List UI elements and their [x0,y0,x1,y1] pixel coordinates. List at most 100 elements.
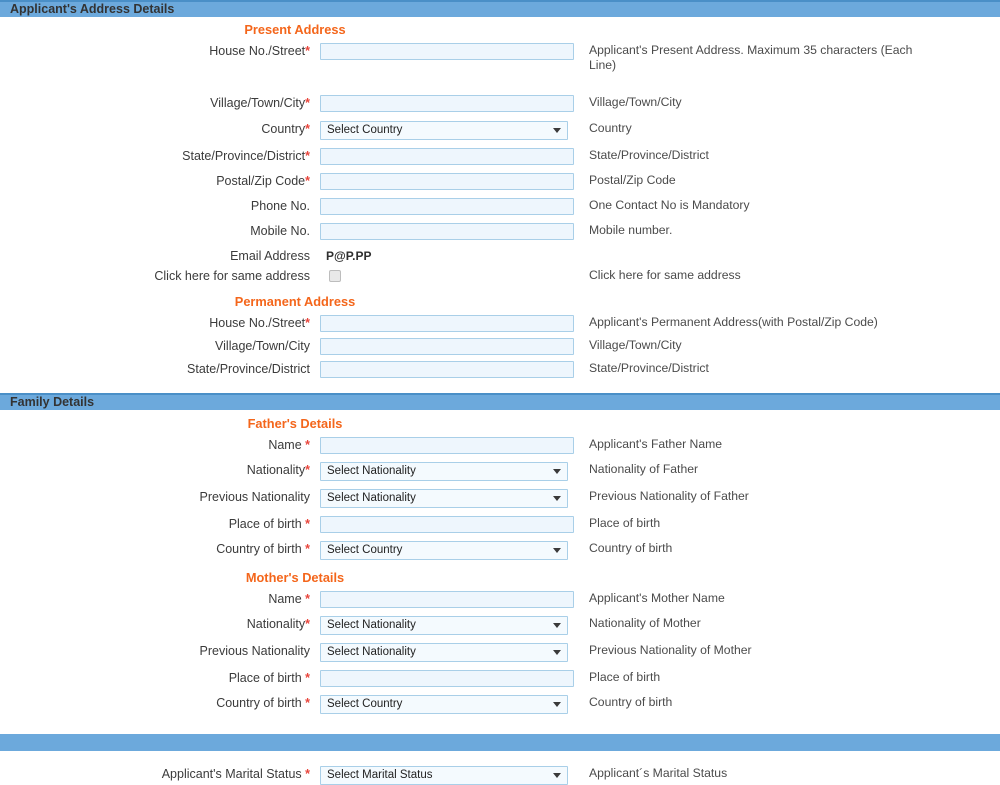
input-postal-zip-code[interactable] [320,173,574,190]
checkbox-same-address[interactable] [329,270,341,282]
input-state-province-district[interactable] [320,361,574,378]
label-email-address: Email Address [0,248,320,264]
form-row-village-town-city: Village/Town/City Village/Town/City [0,338,1000,355]
form-row-name: Name * Applicant's Father Name [0,437,1000,454]
label-previous-nationality: Previous Nationality [0,643,320,659]
select-value: Select Nationality [327,646,416,658]
help-text-house-no-street: Applicant's Present Address. Maximum 35 … [589,43,913,72]
field-wrap-house-no-street [320,315,576,332]
chevron-down-icon [553,650,561,655]
required-asterisk-icon: * [305,149,310,163]
field-wrap-postal-zip-code [320,173,576,190]
section-header-marital [0,732,1000,751]
chevron-down-icon [553,548,561,553]
required-asterisk-icon: * [301,542,310,556]
label-previous-nationality: Previous Nationality [0,489,320,505]
label-text: Name [268,438,302,452]
select-country[interactable]: Select Country [320,121,568,140]
label-text: Click here for same address [154,269,310,283]
required-asterisk-icon: * [301,767,310,781]
field-wrap-name [320,591,576,608]
present-address-rows: House No./Street* Applicant's Present Add… [0,43,1000,284]
input-state-province-district[interactable] [320,148,574,165]
help-text-previous-nationality: Previous Nationality of Father [589,489,749,503]
label-text: Applicant's Marital Status [161,767,302,781]
input-village-town-city[interactable] [320,95,574,112]
form-row-phone-no: Phone No. One Contact No is Mandatory [0,198,1000,215]
label-text: Nationality [246,617,306,631]
label-text: Country of birth [216,696,302,710]
label-text: House No./Street [209,316,306,330]
mothers-details-rows: Name * Applicant's Mother Name Nationality… [0,591,1000,714]
select-value: Select Country [327,544,403,556]
field-wrap-state-province-district [320,148,576,165]
input-phone-no[interactable] [320,198,574,215]
help-text-place-of-birth: Place of birth [589,670,661,684]
label-house-no-street: House No./Street* [0,315,320,331]
input-house-no-street[interactable] [320,43,574,60]
section-header-address-title: Applicant's Address Details [10,2,175,16]
input-name[interactable] [320,437,574,454]
required-asterisk-icon: * [305,463,310,477]
help-text-country-of-birth: Country of birth [589,695,673,709]
help-text-state-province-district: State/Province/District [589,148,709,162]
help-text-village-town-city: Village/Town/City [589,338,682,352]
form-row-nationality: Nationality* Select Nationality Nationalit… [0,462,1000,481]
input-place-of-birth[interactable] [320,670,574,687]
select-previous-nationality[interactable]: Select Nationality [320,489,568,508]
select-value: Select Country [327,124,403,136]
permanent-address-form: Permanent Address House No./Street* Appli… [0,290,1000,378]
field-wrap-village-town-city [320,95,576,112]
label-text: State/Province/District [182,149,306,163]
label-text: Name [268,592,302,606]
label-text: Place of birth [228,517,302,531]
label-click-here-for-same-address: Click here for same address [0,268,320,284]
field-wrap-place-of-birth [320,670,576,687]
label-text: Email Address [230,249,310,263]
form-row-country-of-birth: Country of birth * Select Country Country … [0,541,1000,560]
required-asterisk-icon: * [305,44,310,58]
input-house-no-street[interactable] [320,315,574,332]
marital-status-form: Applicant's Marital Status * Select Marit… [0,751,1000,785]
form-row-click-here-for-same-address: Click here for same address Click here fo… [0,268,1000,284]
field-wrap-house-no-street [320,43,576,60]
present-address-form: Present Address House No./Street* Applica… [0,17,1000,284]
label-village-town-city: Village/Town/City [0,338,320,354]
select-value: Select Nationality [327,492,416,504]
mothers-details-form: Mother's Details Name * Applicant's Mothe… [0,566,1000,714]
label-applicant-s-marital-status: Applicant's Marital Status * [0,766,320,782]
label-text: Village/Town/City [210,96,306,110]
form-row-village-town-city: Village/Town/City* Village/Town/City [0,95,1000,112]
label-nationality: Nationality* [0,462,320,478]
select-nationality[interactable]: Select Nationality [320,462,568,481]
select-country-of-birth[interactable]: Select Country [320,541,568,560]
field-wrap-mobile-no [320,223,576,240]
field-wrap-nationality: Select Nationality [320,462,576,481]
required-asterisk-icon: * [305,174,310,188]
value-email-address: P@P.PP [326,249,372,263]
select-country-of-birth[interactable]: Select Country [320,695,568,714]
label-mobile-no: Mobile No. [0,223,320,239]
form-row-house-no-street: House No./Street* Applicant's Present Add… [0,43,1000,73]
label-text: Place of birth [228,671,302,685]
help-text-mobile-no: Mobile number. [589,223,673,237]
help-text-place-of-birth: Place of birth [589,516,661,530]
form-row-applicant-s-marital-status: Applicant's Marital Status * Select Marit… [0,766,1000,785]
input-village-town-city[interactable] [320,338,574,355]
input-mobile-no[interactable] [320,223,574,240]
select-nationality[interactable]: Select Nationality [320,616,568,635]
input-place-of-birth[interactable] [320,516,574,533]
select-previous-nationality[interactable]: Select Nationality [320,643,568,662]
label-text: Country of birth [216,542,302,556]
form-row-postal-zip-code: Postal/Zip Code* Postal/Zip Code [0,173,1000,190]
field-wrap-phone-no [320,198,576,215]
label-text: Village/Town/City [215,339,310,353]
required-asterisk-icon: * [301,592,310,606]
form-row-mobile-no: Mobile No. Mobile number. [0,223,1000,240]
input-name[interactable] [320,591,574,608]
label-place-of-birth: Place of birth * [0,670,320,686]
select-applicant-s-marital-status[interactable]: Select Marital Status [320,766,568,785]
form-row-house-no-street: House No./Street* Applicant's Permanent A… [0,315,1000,332]
help-text-nationality: Nationality of Mother [589,616,701,630]
help-text-country: Country [589,121,632,135]
